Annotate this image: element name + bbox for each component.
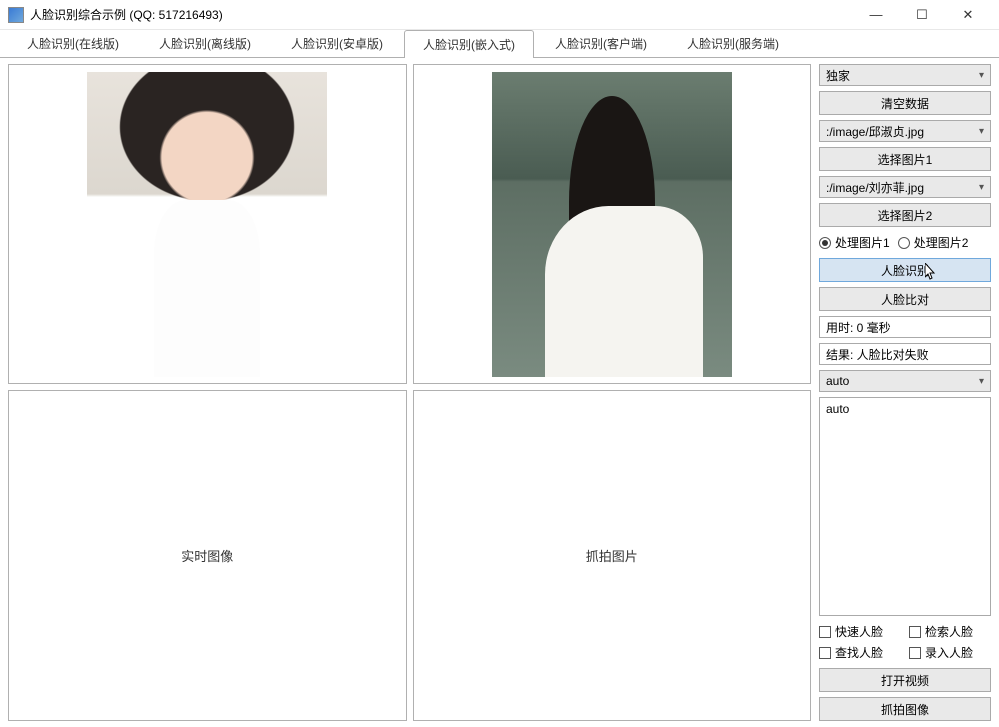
image2-path-combo[interactable]: :/image/刘亦菲.jpg <box>819 176 991 198</box>
source-combo[interactable]: 独家 <box>819 64 991 86</box>
tab-offline[interactable]: 人脸识别(离线版) <box>140 29 270 57</box>
radio2-label: 处理图片2 <box>914 234 969 251</box>
tab-android[interactable]: 人脸识别(安卓版) <box>272 29 402 57</box>
titlebar: 人脸识别综合示例 (QQ: 517216493) — ☐ ✕ <box>0 0 999 30</box>
check1-label: 快速人脸 <box>835 623 883 640</box>
result-field: 结果: 人脸比对失败 <box>819 343 991 365</box>
image1-display <box>8 64 407 384</box>
tab-bar: 人脸识别(在线版) 人脸识别(离线版) 人脸识别(安卓版) 人脸识别(嵌入式) … <box>0 30 999 58</box>
image1-portrait <box>87 72 327 377</box>
check-find-face[interactable]: 查找人脸 <box>819 644 901 661</box>
time-elapsed-field: 用时: 0 毫秒 <box>819 316 991 338</box>
mode-combo[interactable]: auto <box>819 370 991 392</box>
content-area: 实时图像 抓拍图片 独家 清空数据 :/image/邱淑贞.jpg 选择图片1 … <box>0 58 999 727</box>
window-controls: — ☐ ✕ <box>853 0 991 30</box>
app-icon <box>8 7 24 23</box>
radio-dot-icon <box>819 237 831 249</box>
image1-path-combo[interactable]: :/image/邱淑贞.jpg <box>819 120 991 142</box>
realtime-label: 实时图像 <box>181 546 233 565</box>
checkbox-icon <box>819 626 831 638</box>
realtime-panel: 实时图像 <box>8 390 407 721</box>
window-title: 人脸识别综合示例 (QQ: 517216493) <box>30 6 853 23</box>
tab-online[interactable]: 人脸识别(在线版) <box>8 29 138 57</box>
face-compare-button[interactable]: 人脸比对 <box>819 287 991 311</box>
check-enroll-face[interactable]: 录入人脸 <box>909 644 991 661</box>
image2-portrait <box>492 72 732 377</box>
minimize-button[interactable]: — <box>853 0 899 30</box>
capture-label: 抓拍图片 <box>586 546 638 565</box>
face-recognition-button[interactable]: 人脸识别 <box>819 258 991 282</box>
select-image2-button[interactable]: 选择图片2 <box>819 203 991 227</box>
control-sidebar: 独家 清空数据 :/image/邱淑贞.jpg 选择图片1 :/image/刘亦… <box>819 64 991 721</box>
check4-label: 录入人脸 <box>925 644 973 661</box>
log-textarea[interactable]: auto <box>819 397 991 616</box>
radio-dot-icon <box>898 237 910 249</box>
clear-data-button[interactable]: 清空数据 <box>819 91 991 115</box>
checkbox-icon <box>909 647 921 659</box>
capture-panel: 抓拍图片 <box>413 390 812 721</box>
check3-label: 查找人脸 <box>835 644 883 661</box>
maximize-button[interactable]: ☐ <box>899 0 945 30</box>
check-search-face[interactable]: 检索人脸 <box>909 623 991 640</box>
radio-process-image1[interactable]: 处理图片1 <box>819 234 890 251</box>
image-panels: 实时图像 抓拍图片 <box>8 64 811 721</box>
open-video-button[interactable]: 打开视频 <box>819 668 991 692</box>
check2-label: 检索人脸 <box>925 623 973 640</box>
face-recognition-label: 人脸识别 <box>881 262 929 279</box>
radio1-label: 处理图片1 <box>835 234 890 251</box>
checkbox-grid: 快速人脸 检索人脸 查找人脸 录入人脸 <box>819 621 991 663</box>
tab-client[interactable]: 人脸识别(客户端) <box>536 29 666 57</box>
radio-process-image2[interactable]: 处理图片2 <box>898 234 969 251</box>
capture-image-button[interactable]: 抓拍图像 <box>819 697 991 721</box>
image2-display <box>413 64 812 384</box>
tab-server[interactable]: 人脸识别(服务端) <box>668 29 798 57</box>
tab-embedded[interactable]: 人脸识别(嵌入式) <box>404 30 534 58</box>
check-fast-face[interactable]: 快速人脸 <box>819 623 901 640</box>
select-image1-button[interactable]: 选择图片1 <box>819 147 991 171</box>
checkbox-icon <box>909 626 921 638</box>
process-radio-group: 处理图片1 处理图片2 <box>819 232 991 253</box>
close-button[interactable]: ✕ <box>945 0 991 30</box>
checkbox-icon <box>819 647 831 659</box>
